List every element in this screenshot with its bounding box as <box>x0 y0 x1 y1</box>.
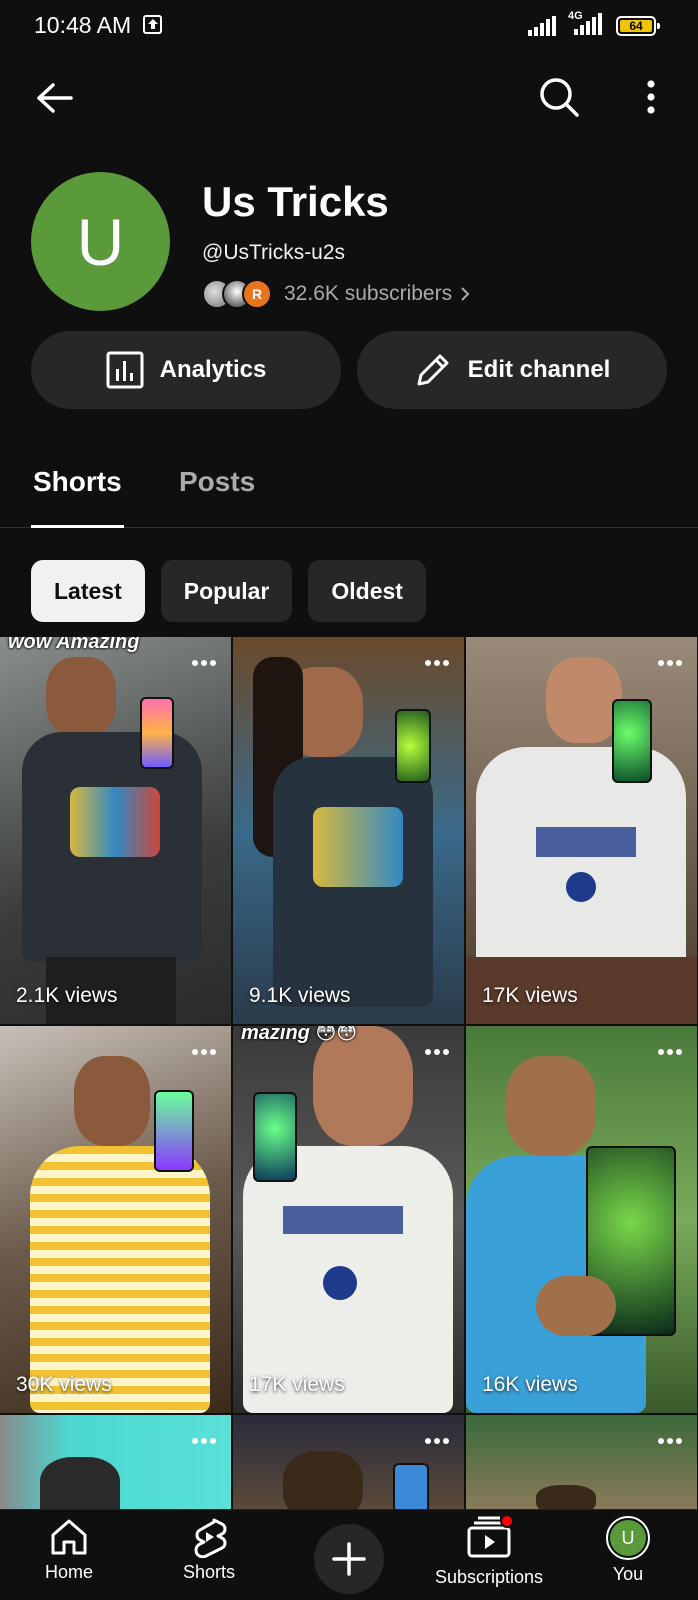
plus-icon <box>332 1542 366 1576</box>
status-bar: 10:48 AM 4G 64 <box>0 0 698 56</box>
more-horiz-icon[interactable] <box>191 1048 217 1056</box>
signal-4g-icon <box>574 13 602 35</box>
more-vert-icon <box>647 80 655 114</box>
chip-latest[interactable]: Latest <box>31 560 145 622</box>
short-thumbnail[interactable]: 16K views <box>466 1026 697 1413</box>
more-horiz-icon[interactable] <box>424 659 450 667</box>
short-thumbnail[interactable]: wow Amazing 2.1K views <box>0 637 231 1024</box>
battery-icon: 64 <box>616 16 660 36</box>
channel-name: Us Tricks <box>202 178 389 225</box>
more-horiz-icon[interactable] <box>657 659 683 667</box>
notification-dot <box>500 1514 514 1528</box>
search-button[interactable] <box>532 70 586 124</box>
top-app-bar <box>0 56 698 136</box>
short-thumbnail[interactable] <box>0 1415 231 1509</box>
subscriber-count: 32.6K subscribers <box>284 282 453 305</box>
nav-shorts-label: Shorts <box>182 1562 236 1582</box>
nav-home-label: Home <box>44 1562 93 1582</box>
you-avatar: U <box>606 1516 650 1560</box>
channel-handle: @UsTricks-u2s <box>202 241 346 264</box>
channel-tabs: Shorts Posts <box>0 452 698 528</box>
more-horiz-icon[interactable] <box>424 1048 450 1056</box>
nav-you[interactable]: U You <box>568 1516 688 1585</box>
more-horiz-icon[interactable] <box>191 1437 217 1445</box>
short-thumbnail[interactable] <box>466 1415 697 1509</box>
nav-shorts[interactable]: Shorts <box>149 1516 269 1583</box>
more-options-button[interactable] <box>626 70 676 124</box>
subscriber-avatar: R <box>242 279 272 309</box>
short-caption: wow Amazing <box>8 637 140 653</box>
short-thumbnail[interactable]: 17K views <box>466 637 697 1024</box>
analytics-button[interactable]: Analytics <box>31 331 341 409</box>
analytics-label: Analytics <box>159 356 267 383</box>
shorts-icon <box>194 1518 227 1558</box>
nav-subscriptions[interactable]: Subscriptions <box>429 1514 549 1588</box>
nav-you-label: You <box>612 1564 644 1584</box>
short-views: 9.1K views <box>249 984 351 1007</box>
arrow-left-icon <box>37 83 73 113</box>
short-thumbnail[interactable]: 30K views <box>0 1026 231 1413</box>
upload-icon <box>143 15 162 34</box>
edit-channel-button[interactable]: Edit channel <box>357 331 667 409</box>
short-views: 17K views <box>482 984 578 1007</box>
pencil-icon <box>414 351 452 389</box>
analytics-icon <box>106 351 144 389</box>
back-button[interactable] <box>28 72 80 124</box>
short-views: 30K views <box>16 1373 112 1396</box>
channel-avatar[interactable]: U <box>31 172 170 311</box>
status-time: 10:48 AM <box>34 12 132 38</box>
you-avatar-letter: U <box>610 1520 646 1556</box>
chevron-right-icon <box>461 287 470 301</box>
signal-icon <box>528 16 556 36</box>
short-thumbnail[interactable]: mazing 😳😳 17K views <box>233 1026 464 1413</box>
chip-oldest[interactable]: Oldest <box>308 560 426 622</box>
bottom-navigation: Home Shorts Subscriptions U You <box>0 1509 698 1600</box>
chip-popular[interactable]: Popular <box>160 560 293 622</box>
tab-posts[interactable]: Posts <box>179 466 255 498</box>
more-horiz-icon[interactable] <box>657 1048 683 1056</box>
home-icon <box>51 1519 87 1555</box>
short-views: 17K views <box>249 1373 345 1396</box>
battery-level: 64 <box>620 20 652 32</box>
subscribers-row[interactable]: R 32.6K subscribers <box>202 278 470 310</box>
short-views: 16K views <box>482 1373 578 1396</box>
sort-chips: Latest Popular Oldest <box>31 560 426 622</box>
search-icon <box>540 78 579 117</box>
active-tab-indicator <box>31 525 124 528</box>
tab-shorts[interactable]: Shorts <box>33 466 122 498</box>
short-thumbnail[interactable]: 9.1K views <box>233 637 464 1024</box>
edit-channel-label: Edit channel <box>467 356 611 383</box>
create-button[interactable] <box>314 1524 384 1594</box>
short-views: 2.1K views <box>16 984 118 1007</box>
more-horiz-icon[interactable] <box>657 1437 683 1445</box>
nav-subscriptions-label: Subscriptions <box>434 1567 544 1587</box>
nav-home[interactable]: Home <box>9 1516 129 1583</box>
more-horiz-icon[interactable] <box>191 659 217 667</box>
short-thumbnail[interactable] <box>233 1415 464 1509</box>
short-caption: mazing 😳😳 <box>241 1026 358 1044</box>
more-horiz-icon[interactable] <box>424 1437 450 1445</box>
